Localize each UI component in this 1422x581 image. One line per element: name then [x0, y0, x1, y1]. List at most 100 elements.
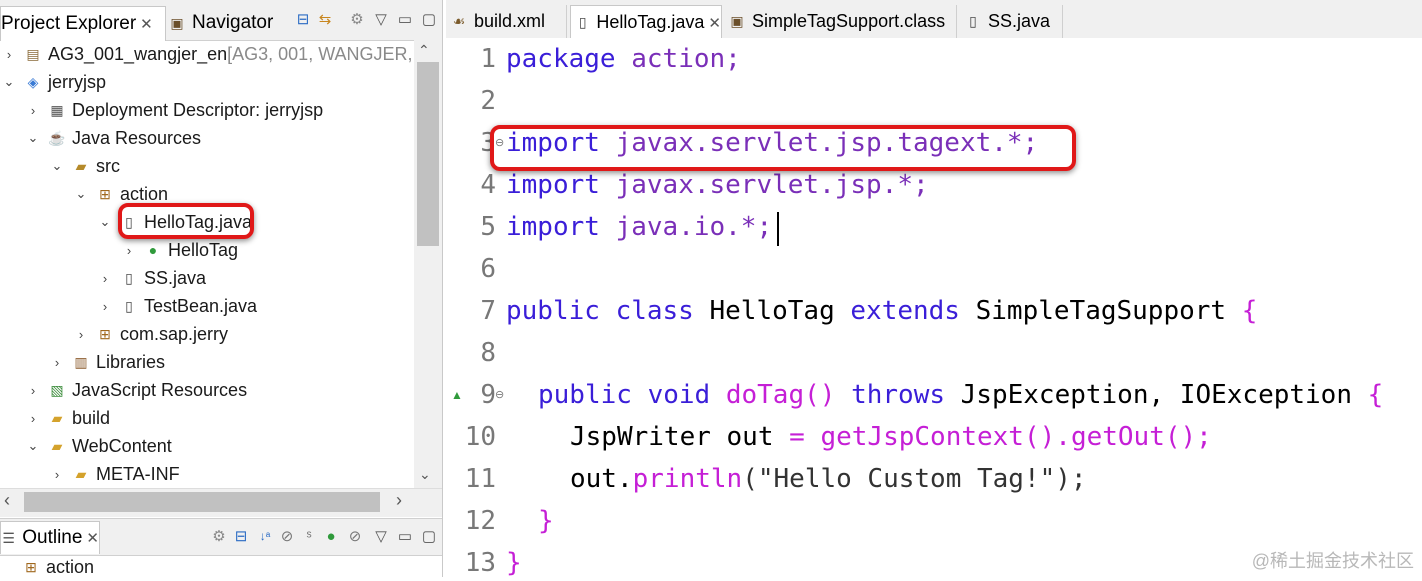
collapse-all-icon[interactable]: ⊟ — [292, 8, 314, 30]
tree-horizontal-scroll-thumb[interactable] — [24, 492, 380, 512]
maximize-icon[interactable]: ▢ — [418, 8, 440, 30]
close-icon[interactable]: ✕ — [140, 15, 153, 33]
scroll-up-icon[interactable]: ⌃ — [418, 42, 430, 59]
line-number: 13 — [464, 548, 496, 578]
chevron-right-icon[interactable]: › — [74, 327, 88, 342]
tree-item-ag3[interactable]: › ▤ AG3_001_wangjer_en [AG3, 001, WANGJE… — [2, 40, 414, 68]
line-number: 8 — [480, 338, 496, 368]
view-menu-icon[interactable]: ▽ — [370, 525, 392, 547]
keyword: extends — [834, 296, 960, 326]
editor-tab-label: SimpleTagSupport.class — [752, 11, 946, 31]
tab-outline[interactable]: ☰ Outline ✕ — [0, 521, 100, 554]
hide-nonpublic-icon[interactable]: ● — [320, 525, 342, 547]
hide-local-types-icon[interactable]: ⊘ — [344, 525, 366, 547]
close-icon[interactable]: ✕ — [86, 529, 99, 547]
tree-item-src[interactable]: ⌄ ▰ src — [50, 152, 120, 180]
sort-icon[interactable]: ↓ᵃ — [254, 525, 276, 547]
keyword: public void — [538, 380, 711, 410]
editor-tab-label: build.xml — [474, 11, 546, 31]
tab-hellotag-java[interactable]: ▯ HelloTag.java ✕ — [570, 5, 722, 39]
chevron-down-icon[interactable]: ⌄ — [50, 158, 64, 174]
outline-filter-icon[interactable]: ⚙ — [208, 525, 230, 547]
parens: (). — [1023, 422, 1071, 452]
scroll-left-icon[interactable]: ‹ — [4, 490, 10, 511]
chevron-right-icon[interactable]: › — [50, 355, 64, 370]
package-icon: ⊞ — [99, 185, 111, 202]
chevron-right-icon[interactable]: › — [2, 47, 16, 62]
chevron-right-icon[interactable]: › — [98, 299, 112, 314]
editor-tab-label: HelloTag.java — [596, 12, 705, 32]
tab-navigator[interactable]: ▣ Navigator — [168, 6, 273, 40]
parens: (); — [1164, 422, 1212, 452]
package-icon: ⊞ — [25, 558, 37, 575]
class-icon: ● — [148, 242, 158, 258]
method-name: doTag — [710, 380, 805, 410]
tree-item-hellotag-class[interactable]: › ● HelloTag — [122, 236, 238, 264]
chevron-down-icon[interactable]: ⌄ — [2, 74, 16, 90]
hide-fields-icon[interactable]: ⊘ — [276, 525, 298, 547]
tree-item-jerryjsp[interactable]: ⌄ ◈ jerryjsp — [2, 68, 106, 96]
minimize-icon[interactable]: ▭ — [394, 525, 416, 547]
minimize-icon[interactable]: ▭ — [394, 8, 416, 30]
line-number: 11 — [464, 464, 496, 494]
code-line-11: out.println("Hello Custom Tag!"); — [570, 464, 1087, 494]
tree-item-javascript-resources[interactable]: › ▧ JavaScript Resources — [26, 376, 247, 404]
folder-icon: ▰ — [75, 465, 87, 482]
tree-label: Deployment Descriptor: jerryjsp — [72, 99, 324, 120]
outline-label: Outline — [22, 527, 83, 548]
chevron-down-icon[interactable]: ⌄ — [74, 186, 88, 202]
code-line-1: package action; — [506, 44, 741, 74]
package-icon: ⊞ — [99, 325, 111, 342]
filter-icon[interactable]: ⚙ — [346, 8, 368, 30]
tree-label: Libraries — [96, 351, 166, 372]
scroll-down-icon[interactable]: ⌄ — [419, 466, 431, 483]
tree-item-testbean-java[interactable]: › ▯ TestBean.java — [98, 292, 257, 320]
tree-item-com-sap-jerry[interactable]: › ⊞ com.sap.jerry — [74, 320, 228, 348]
tree-item-meta-inf[interactable]: › ▰ META-INF — [50, 460, 180, 488]
chevron-right-icon[interactable]: › — [26, 383, 40, 398]
view-menu-icon[interactable]: ▽ — [370, 8, 392, 30]
object: out. — [570, 464, 633, 494]
tree-vertical-scroll-thumb[interactable] — [417, 62, 439, 246]
navigator-icon: ▣ — [170, 14, 184, 31]
string-literal: ("Hello Custom Tag!"); — [742, 464, 1087, 494]
fold-icon[interactable]: ⊖ — [495, 388, 504, 401]
chevron-right-icon[interactable]: › — [98, 271, 112, 286]
tab-simpletagsupport-class[interactable]: ▣ SimpleTagSupport.class — [724, 5, 957, 38]
chevron-down-icon[interactable]: ⌄ — [26, 130, 40, 146]
tab-project-explorer[interactable]: Project Explorer ✕ — [0, 6, 166, 41]
code-line-7: public class HelloTag extends SimpleTagS… — [506, 296, 1257, 326]
code-line-5: import java.io.*; — [506, 212, 772, 242]
tree-label: AG3_001_wangjer_en — [48, 43, 228, 64]
chevron-right-icon[interactable]: › — [26, 411, 40, 426]
navigator-label: Navigator — [192, 12, 274, 33]
tree-item-java-resources[interactable]: ⌄ ☕ Java Resources — [26, 124, 202, 152]
folder-icon: ▰ — [51, 409, 63, 426]
chevron-down-icon[interactable]: ⌄ — [26, 438, 40, 454]
tree-item-deployment-descriptor[interactable]: › ▦ Deployment Descriptor: jerryjsp — [26, 96, 323, 124]
link-editor-icon[interactable]: ⇆ — [314, 8, 336, 30]
tab-ss-java[interactable]: ▯ SS.java — [960, 5, 1063, 38]
chevron-down-icon[interactable]: ⌄ — [98, 214, 112, 230]
tree-item-ss-java[interactable]: › ▯ SS.java — [98, 264, 206, 292]
outline-tabbar: ☰ Outline ✕ ⚙ ⊟ ↓ᵃ ⊘ ˢ ● ⊘ ▽ ▭ ▢ — [0, 518, 442, 556]
tree-label: Java Resources — [72, 127, 202, 148]
tree-item-webcontent[interactable]: ⌄ ▰ WebContent — [26, 432, 172, 460]
hide-static-icon[interactable]: ˢ — [298, 525, 320, 547]
collapse-all-icon[interactable]: ⊟ — [230, 525, 252, 547]
maximize-icon[interactable]: ▢ — [418, 525, 440, 547]
project-explorer-label: Project Explorer — [1, 13, 137, 34]
tree-item-libraries[interactable]: › ▥ Libraries — [50, 348, 165, 376]
tab-build-xml[interactable]: ☙ build.xml — [446, 5, 567, 38]
close-icon[interactable]: ✕ — [708, 14, 721, 32]
code-line-4: import javax.servlet.jsp.*; — [506, 170, 929, 200]
chevron-right-icon[interactable]: › — [122, 243, 136, 258]
operator: = — [773, 422, 821, 452]
java-file-icon: ▯ — [969, 13, 977, 29]
chevron-right-icon[interactable]: › — [26, 103, 40, 118]
chevron-right-icon[interactable]: › — [50, 467, 64, 482]
project-icon: ▤ — [26, 45, 40, 62]
parens: () — [804, 380, 836, 410]
tree-item-build[interactable]: › ▰ build — [26, 404, 110, 432]
scroll-right-icon[interactable]: › — [396, 490, 402, 511]
